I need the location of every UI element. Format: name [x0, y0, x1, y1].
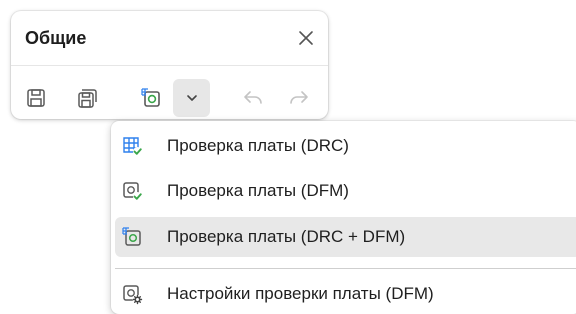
- menu-item-drc[interactable]: Проверка платы (DRC): [115, 126, 576, 166]
- undo-icon: [244, 91, 262, 104]
- app-stage: Общие Проверка платы (DRC) Проверка плат…: [0, 0, 576, 314]
- check-split-button: [130, 79, 210, 117]
- drc-check-icon: [123, 137, 142, 156]
- panel-title: Общие: [25, 28, 87, 48]
- redo-button[interactable]: [284, 83, 314, 113]
- chevron-down-icon: [186, 95, 197, 101]
- save-all-button[interactable]: [73, 83, 103, 113]
- board-check-icon: [141, 88, 160, 107]
- menu-item-dfm-settings[interactable]: Настройки проверки платы (DFM): [115, 274, 576, 314]
- menu-item-label: Настройки проверки платы (DFM): [167, 284, 434, 303]
- check-dropdown-menu: Проверка платы (DRC) Проверка платы (DFM…: [111, 121, 576, 314]
- menu-item-label: Проверка платы (DRC + DFM): [167, 227, 406, 246]
- split-dropdown-toggle[interactable]: [173, 79, 210, 117]
- dfm-check-icon: [123, 182, 142, 201]
- dfm-settings-icon: [123, 285, 143, 305]
- save-icon: [27, 89, 45, 107]
- redo-icon: [290, 91, 308, 104]
- close-icon: [299, 31, 313, 45]
- undo-button[interactable]: [238, 83, 268, 113]
- menu-separator: [115, 268, 576, 269]
- save-button[interactable]: [21, 83, 51, 113]
- save-all-icon: [78, 89, 97, 108]
- close-button[interactable]: [296, 28, 316, 48]
- menu-item-label: Проверка платы (DFM): [167, 181, 349, 200]
- toolbar-panel: Общие: [11, 11, 328, 119]
- panel-header: Общие: [11, 11, 328, 65]
- drc-dfm-check-icon: [122, 227, 141, 246]
- board-check-button[interactable]: [130, 79, 172, 117]
- panel-divider: [11, 65, 328, 66]
- menu-item-label: Проверка платы (DRC): [167, 136, 349, 155]
- menu-item-dfm[interactable]: Проверка платы (DFM): [115, 171, 576, 211]
- menu-item-drc-dfm[interactable]: Проверка платы (DRC + DFM): [115, 217, 576, 257]
